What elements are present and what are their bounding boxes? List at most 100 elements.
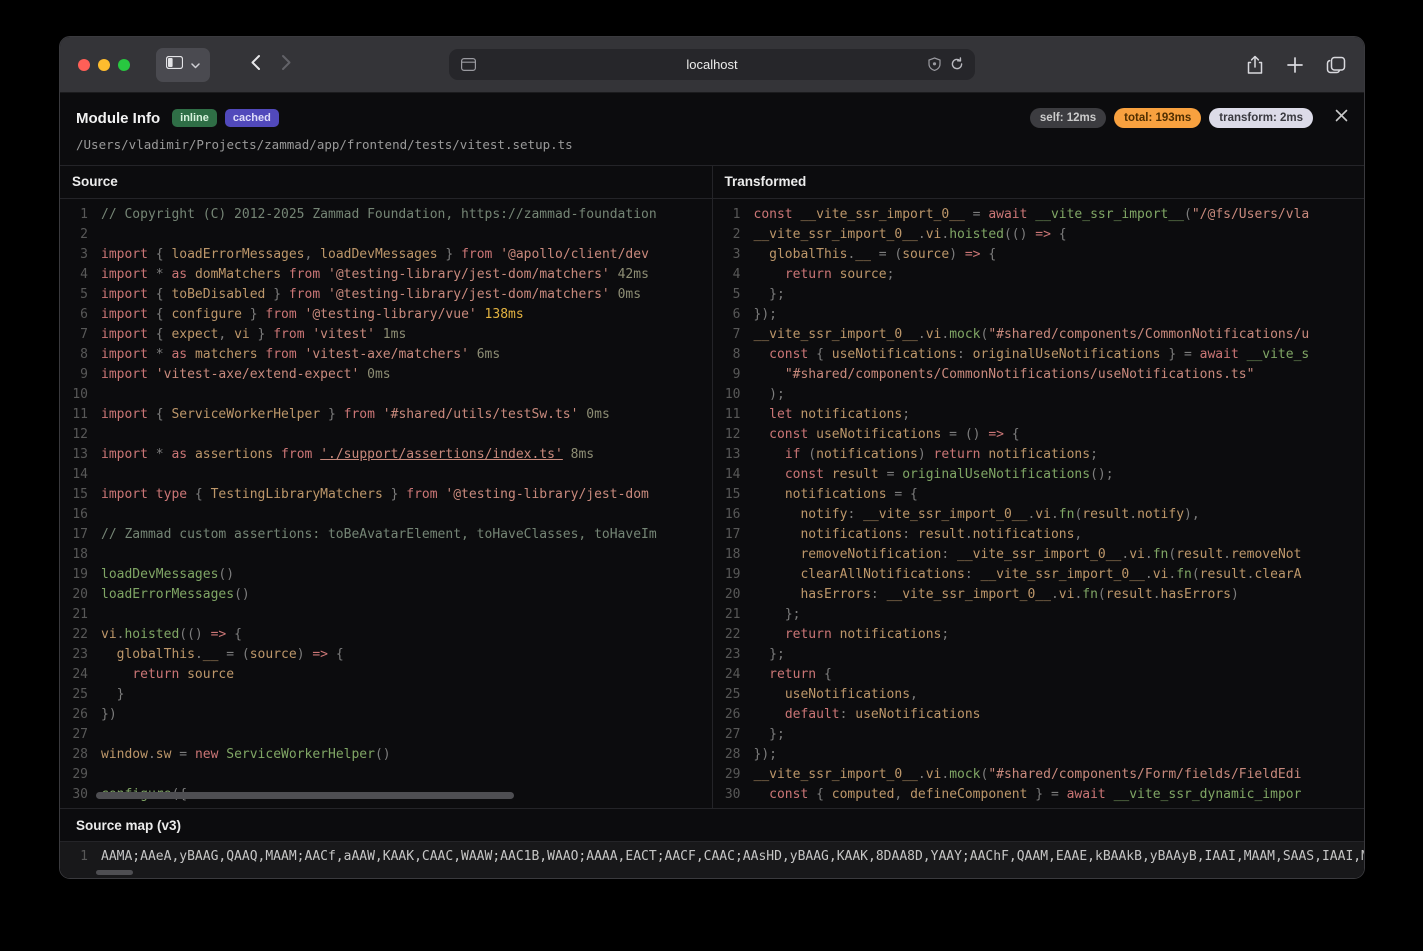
code-token: defineComponent (910, 787, 1027, 802)
code-line: 13 if (notifications) return notificatio… (713, 445, 1365, 465)
forward-button[interactable] (271, 50, 302, 80)
zoom-window-button[interactable] (118, 59, 130, 71)
share-icon[interactable] (1246, 55, 1264, 75)
line-number: 19 (713, 565, 741, 585)
sourcemap-code[interactable]: 1 AAMA;AAeA,yBAAG,QAAQ,MAAM;AACf,aAAW,KA… (60, 841, 1364, 878)
code-token: , (1074, 527, 1082, 542)
code-token: . (941, 767, 949, 782)
code-token: ( (1184, 207, 1192, 222)
code-token (754, 267, 785, 282)
reload-icon[interactable] (950, 57, 964, 76)
line-number: 16 (713, 505, 741, 525)
line-number: 10 (60, 385, 88, 405)
code-token: source (187, 667, 234, 682)
tab-overview-icon[interactable] (1326, 56, 1346, 74)
code-token: '@testing-library/vue' (305, 307, 477, 322)
line-number: 2 (713, 225, 741, 245)
code-token: . (941, 227, 949, 242)
code-token: __ (855, 247, 871, 262)
line-number: 26 (60, 705, 88, 725)
code-token: vi (1035, 507, 1051, 522)
self-time-badge: self: 12ms (1030, 108, 1106, 128)
code-token: . (918, 767, 926, 782)
transformed-panel-title: Transformed (713, 166, 1365, 199)
code-token: }; (769, 287, 785, 302)
minimize-window-button[interactable] (98, 59, 110, 71)
code-token: . (1145, 567, 1153, 582)
code-token: import (101, 367, 156, 382)
line-number: 15 (713, 485, 741, 505)
code-token: result (832, 467, 879, 482)
line-number: 22 (60, 625, 88, 645)
page-title: Module Info (76, 110, 160, 127)
code-token: mock (949, 327, 980, 342)
code-line: 16 (60, 505, 712, 525)
line-number: 20 (60, 585, 88, 605)
code-token: { (156, 287, 172, 302)
code-token: from (289, 287, 328, 302)
code-token: { (816, 347, 832, 362)
line-number: 5 (60, 285, 88, 305)
horizontal-scrollbar[interactable] (96, 792, 514, 799)
code-token: ) (1231, 587, 1239, 602)
code-token (754, 607, 785, 622)
code-token: . (1051, 587, 1059, 602)
line-number: 9 (713, 365, 741, 385)
code-token: = ( (218, 647, 249, 662)
new-tab-icon[interactable] (1286, 56, 1304, 74)
code-token (754, 407, 770, 422)
code-line: 18 removeNotification: __vite_ssr_import… (713, 545, 1365, 565)
horizontal-scrollbar[interactable] (96, 870, 133, 875)
line-number: 12 (60, 425, 88, 445)
code-token: mock (949, 767, 980, 782)
code-line: 27 }; (713, 725, 1365, 745)
code-token: = () (941, 427, 988, 442)
code-token: * (156, 267, 172, 282)
close-window-button[interactable] (78, 59, 90, 71)
code-token: : (957, 347, 973, 362)
code-line: 24 return { (713, 665, 1365, 685)
line-number: 27 (713, 725, 741, 745)
code-token: (() (179, 627, 210, 642)
code-token (754, 727, 770, 742)
code-token: vi (926, 227, 942, 242)
code-token: 8ms (563, 447, 594, 462)
code-token: : (840, 707, 856, 722)
sourcemap-section: Source map (v3) 1 AAMA;AAeA,yBAAG,QAAQ,M… (60, 808, 1364, 878)
file-link[interactable]: './support/assertions/index.ts' (320, 447, 563, 462)
code-token (754, 707, 785, 722)
source-code[interactable]: 1// Copyright (C) 2012-2025 Zammad Found… (60, 199, 712, 808)
code-token: vi (926, 767, 942, 782)
code-token (754, 487, 785, 502)
code-line: 26 default: useNotifications (713, 705, 1365, 725)
code-token: clearAllNotifications (800, 567, 964, 582)
code-token: from (258, 347, 305, 362)
back-button[interactable] (240, 50, 271, 80)
code-token: matchers (195, 347, 258, 362)
code-token (754, 547, 801, 562)
line-number: 24 (60, 665, 88, 685)
close-button[interactable] (1335, 109, 1348, 127)
address-bar[interactable]: localhost (449, 49, 975, 80)
line-number: 28 (60, 745, 88, 765)
code-token: return (785, 627, 840, 642)
code-token: notifications (973, 527, 1075, 542)
transformed-code[interactable]: 1const __vite_ssr_import_0__ = await __v… (713, 199, 1365, 808)
code-token: "#shared/components/CommonNotifications/… (785, 367, 1255, 382)
privacy-shield-icon[interactable] (928, 57, 941, 76)
code-line: 9 "#shared/components/CommonNotification… (713, 365, 1365, 385)
code-token (754, 387, 770, 402)
code-token: import (101, 447, 156, 462)
code-token: await (1067, 787, 1114, 802)
code-token: }; (785, 607, 801, 622)
code-token: }) (101, 707, 117, 722)
code-token: const (769, 347, 816, 362)
code-token: result (918, 527, 965, 542)
code-token: ; (1090, 447, 1098, 462)
code-token: clearA (1254, 567, 1301, 582)
line-number: 22 (713, 625, 741, 645)
code-token: : (847, 507, 863, 522)
toolbar-actions (1246, 55, 1346, 75)
code-token: originalUseNotifications (902, 467, 1090, 482)
sidebar-toggle-button[interactable] (156, 48, 210, 82)
